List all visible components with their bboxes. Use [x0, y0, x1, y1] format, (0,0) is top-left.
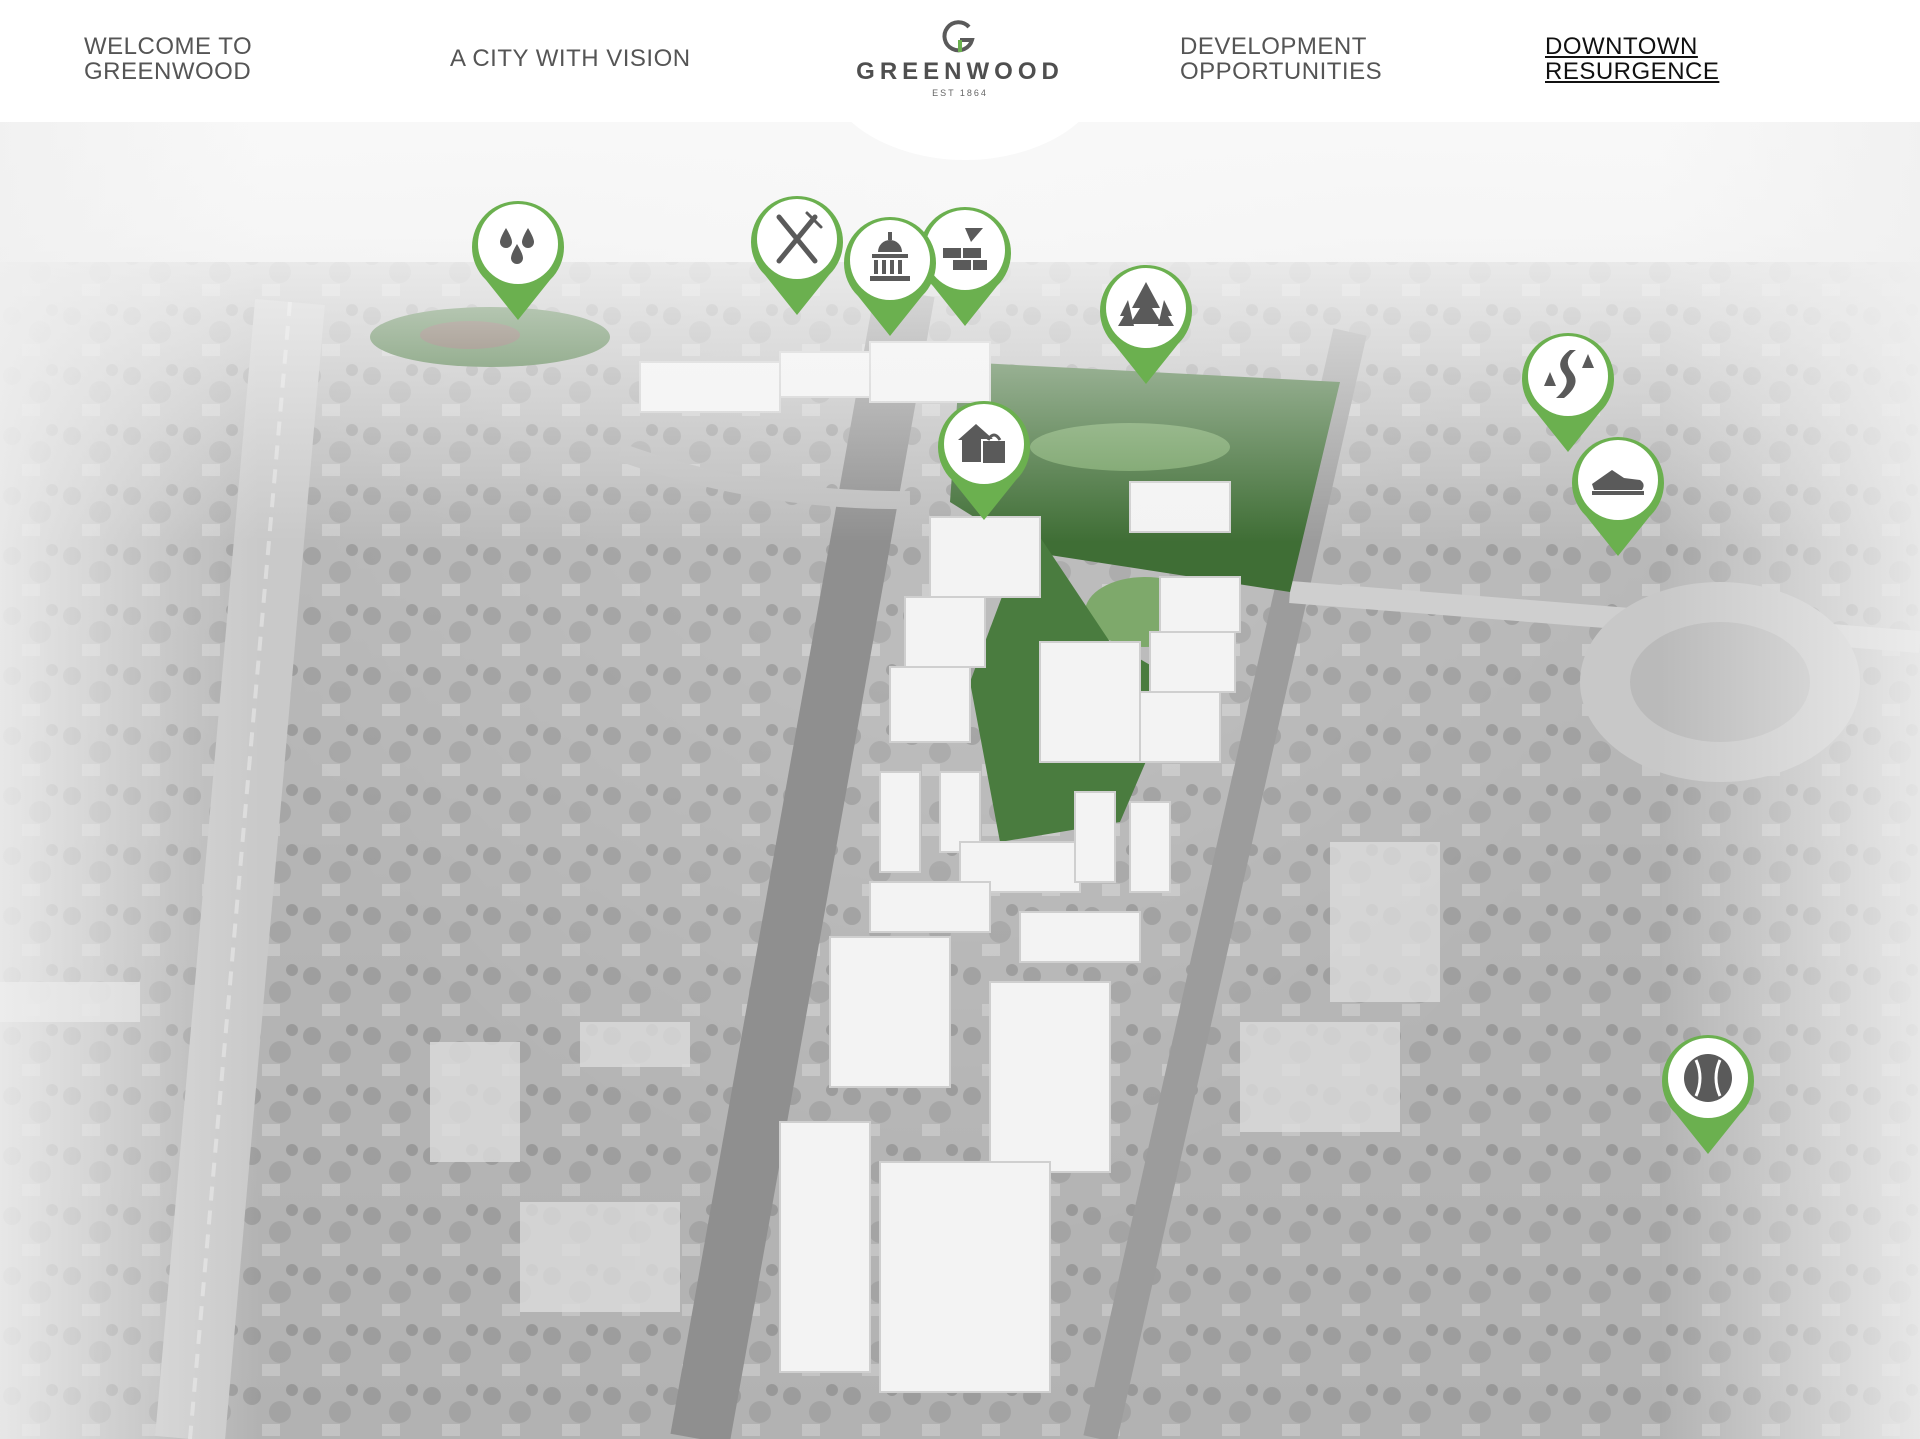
nav-vision-label: A CITY WITH VISION [450, 45, 691, 72]
fitness-pin[interactable] [1566, 428, 1670, 558]
nav-downtown-line1: DOWNTOWN [1545, 33, 1698, 60]
nav-development-opportunities[interactable]: DEVELOPMENT OPPORTUNITIES [1180, 34, 1382, 84]
logo-established: EST 1864 [932, 88, 988, 98]
nav-welcome-line2: GREENWOOD [84, 58, 252, 85]
downtown-aerial-map[interactable] [0, 122, 1920, 1439]
water-features-pin[interactable] [466, 192, 570, 322]
residential-retail-pin[interactable] [932, 392, 1036, 522]
nav-welcome-line1: WELCOME TO [84, 33, 253, 60]
nav-dev-line1: DEVELOPMENT [1180, 33, 1367, 60]
nav-welcome-to-greenwood[interactable]: WELCOME TO GREENWOOD [84, 34, 252, 84]
baseball-pin[interactable] [1656, 1026, 1760, 1156]
logo-wordmark: GREENWOOD [856, 58, 1064, 85]
greenwood-logo[interactable]: GREENWOOD EST 1864 [840, 18, 1080, 98]
park-pin[interactable] [1094, 256, 1198, 386]
city-hall-pin[interactable] [838, 208, 942, 338]
baseball-icon [1684, 1054, 1732, 1102]
nav-city-with-vision[interactable]: A CITY WITH VISION [450, 46, 691, 71]
nav-downtown-line2: RESURGENCE [1545, 58, 1720, 85]
greenwood-g-mark-icon [942, 20, 975, 53]
nav-dev-line2: OPPORTUNITIES [1180, 58, 1383, 85]
nav-downtown-resurgence[interactable]: DOWNTOWN RESURGENCE [1545, 34, 1719, 84]
dining-pin[interactable] [745, 187, 849, 317]
